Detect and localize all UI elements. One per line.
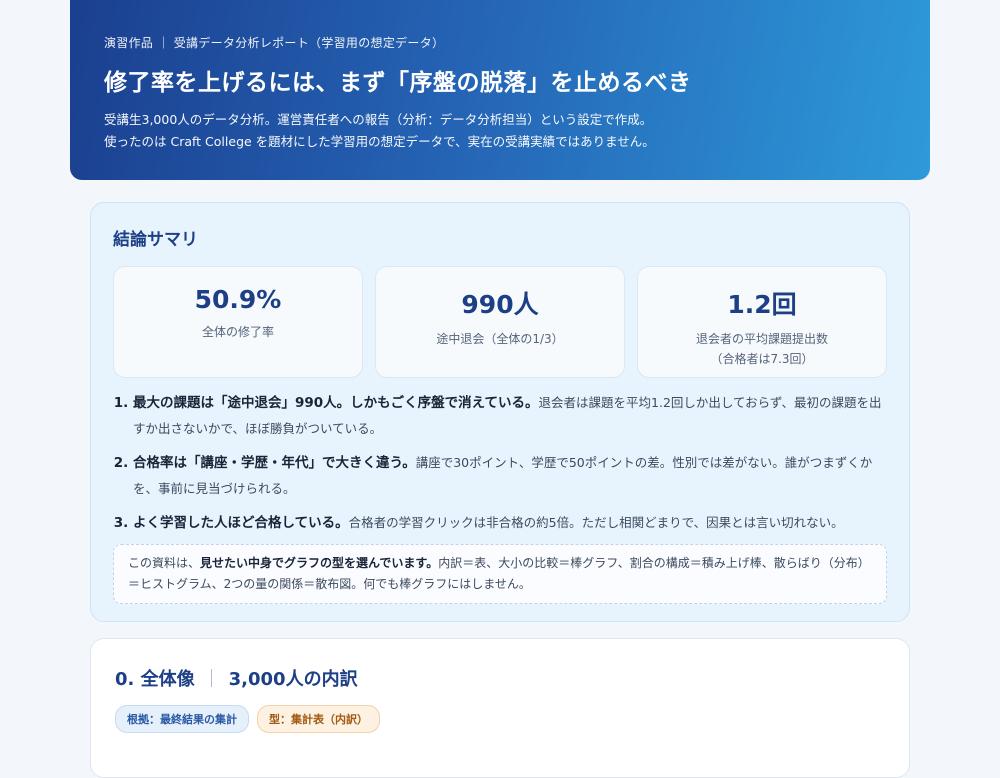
kpi-label: 途中退会（全体の1/3） — [376, 329, 624, 349]
kpi-label-sub: （合格者は7.3回） — [710, 352, 814, 366]
header-lead-line-2: 使ったのは Craft College を題材にした学習用の想定データで、実在の… — [104, 134, 655, 149]
summary-title: 結論サマリ — [113, 230, 198, 250]
kpi-value: 990人 — [461, 290, 539, 319]
section-tags: 根拠：最終結果の集計 型：集計表（内訳） — [115, 705, 885, 733]
header-lead: 受講生3,000人のデータ分析。運営責任者への報告（分析：データ分析担当）という… — [104, 109, 896, 153]
tag-chart-type: 型：集計表（内訳） — [257, 705, 380, 733]
finding-item: 最大の課題は「途中退会」990人。しかもごく序盤で消えている。退会者は課題を平均… — [133, 390, 887, 442]
kpi-value: 50.9% — [194, 285, 282, 314]
kpi-label-main: 途中退会（全体の1/3） — [436, 332, 564, 346]
kpi-dropouts: 990人 途中退会（全体の1/3） — [375, 266, 625, 378]
header-eyebrow: 演習作品 ｜ 受講データ分析レポート（学習用の想定データ） — [104, 36, 445, 50]
finding-headline: 最大の課題は「途中退会」990人。しかもごく序盤で消えている。 — [133, 395, 539, 411]
section-title-separator: ｜ — [202, 669, 221, 690]
note-emphasis: 見せたい中身でグラフの型を選んでいます。 — [200, 556, 439, 570]
header-lead-line-1: 受講生3,000人のデータ分析。運営責任者への報告（分析：データ分析担当）という… — [104, 112, 653, 127]
tag-basis: 根拠：最終結果の集計 — [115, 705, 249, 733]
kpi-row: 50.9% 全体の修了率 990人 途中退会（全体の1/3） 1.2回 退会者の… — [113, 266, 887, 378]
kpi-value: 1.2回 — [727, 290, 797, 319]
chart-type-note: この資料は、見せたい中身でグラフの型を選んでいます。内訳＝表、大小の比較＝棒グラ… — [113, 544, 887, 604]
section-title-right: 3,000人の内訳 — [228, 669, 358, 690]
section-title-left: 0. 全体像 — [115, 669, 195, 690]
finding-item: よく学習した人ほど合格している。合格者の学習クリックは非合格の約5倍。ただし相関… — [133, 510, 887, 536]
finding-item: 合格率は「講座・学歴・年代」で大きく違う。講座で30ポイント、学歴で50ポイント… — [133, 450, 887, 502]
finding-headline: 合格率は「講座・学歴・年代」で大きく違う。 — [133, 455, 416, 471]
kpi-label: 退会者の平均課題提出数 （合格者は7.3回） — [638, 329, 886, 369]
note-prefix: この資料は、 — [128, 556, 201, 570]
page-title: 修了率を上げるには、まず「序盤の脱落」を止めるべき — [104, 70, 692, 96]
finding-detail: 合格者の学習クリックは非合格の約5倍。ただし相関どまりで、因果とは言い切れない。 — [348, 515, 844, 530]
kpi-label-main: 退会者の平均課題提出数 — [695, 332, 828, 346]
kpi-avg-submissions: 1.2回 退会者の平均課題提出数 （合格者は7.3回） — [637, 266, 887, 378]
kpi-label: 全体の修了率 — [114, 322, 362, 342]
section-overview: 0. 全体像 ｜ 3,000人の内訳 根拠：最終結果の集計 型：集計表（内訳） — [90, 638, 910, 778]
summary-card: 結論サマリ 50.9% 全体の修了率 990人 途中退会（全体の1/3） 1.2… — [90, 202, 910, 622]
report-header: 演習作品 ｜ 受講データ分析レポート（学習用の想定データ） 修了率を上げるには、… — [70, 0, 930, 180]
findings-list: 最大の課題は「途中退会」990人。しかもごく序盤で消えている。退会者は課題を平均… — [113, 390, 887, 536]
kpi-label-main: 全体の修了率 — [201, 325, 274, 339]
finding-headline: よく学習した人ほど合格している。 — [133, 515, 349, 531]
kpi-completion-rate: 50.9% 全体の修了率 — [113, 266, 363, 378]
section-title: 0. 全体像 ｜ 3,000人の内訳 — [115, 665, 885, 691]
